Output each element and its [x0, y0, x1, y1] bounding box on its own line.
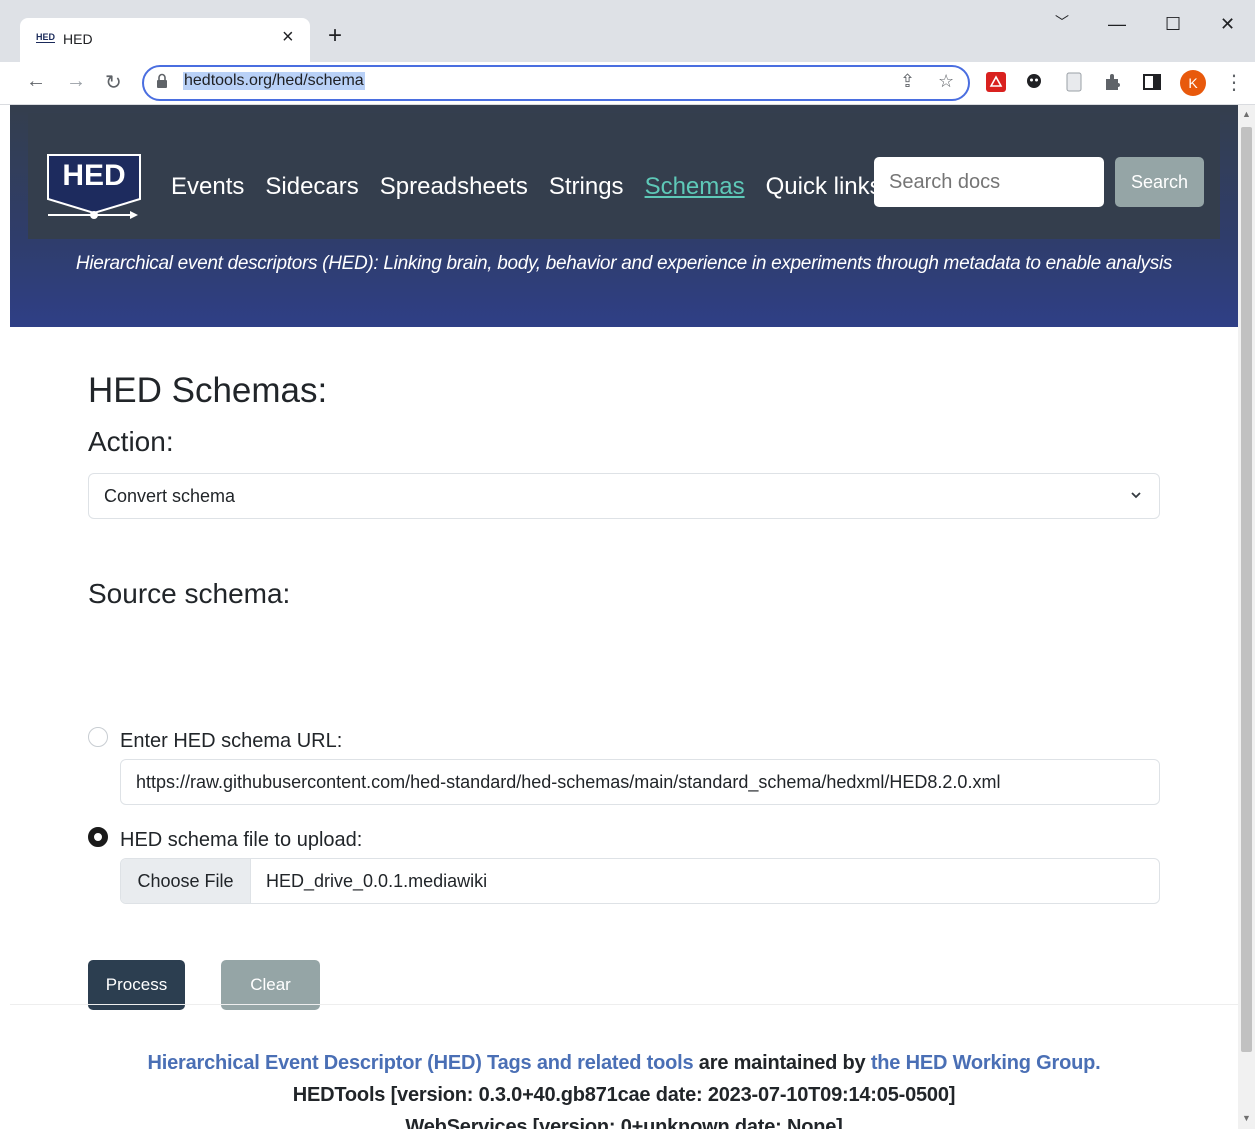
hedtools-version: HEDTools [version: 0.3.0+40.gb871cae dat…: [292, 1084, 956, 1106]
schema-file-input[interactable]: Choose File HED_drive_0.0.1.mediawiki: [120, 858, 1160, 904]
hed-working-group-link[interactable]: the HED Working Group.: [871, 1052, 1101, 1074]
site-header: HED Events Sidecars Spreadsheets Strings…: [10, 105, 1238, 327]
browser-tab[interactable]: HED HED ×: [20, 18, 310, 62]
minimize-icon[interactable]: —: [1108, 14, 1126, 35]
nav-strings[interactable]: Strings: [549, 173, 624, 201]
clear-button[interactable]: Clear: [221, 960, 320, 1010]
hed-logo[interactable]: HED: [44, 153, 144, 225]
navbar: HED Events Sidecars Spreadsheets Strings…: [28, 113, 1220, 239]
nav-quick-links-label: Quick links: [765, 173, 882, 200]
scroll-up-icon[interactable]: ▲: [1242, 109, 1251, 119]
schema-url-label: Enter HED schema URL:: [120, 730, 343, 752]
webservices-version: WebServices [version: 0+unknown date: No…: [405, 1116, 843, 1129]
sidepanel-icon[interactable]: [1142, 72, 1162, 92]
page-scrollbar[interactable]: ▲ ▼: [1238, 105, 1255, 1129]
footer-text: are maintained by: [693, 1052, 871, 1074]
kebab-menu-icon[interactable]: ⋮: [1224, 70, 1244, 95]
action-heading: Action:: [88, 426, 174, 457]
nav-schemas[interactable]: Schemas: [645, 173, 745, 201]
back-icon[interactable]: ←: [26, 70, 46, 93]
close-window-icon[interactable]: ✕: [1220, 14, 1235, 35]
page-extension-icon[interactable]: [1064, 72, 1084, 92]
action-select[interactable]: Convert schema: [88, 473, 1160, 519]
tagline: Hierarchical event descriptors (HED): Li…: [75, 253, 1173, 274]
close-tab-icon[interactable]: ×: [282, 26, 294, 49]
profile-avatar[interactable]: K: [1180, 70, 1206, 96]
schema-url-input[interactable]: https://raw.githubusercontent.com/hed-st…: [120, 759, 1160, 805]
scroll-thumb[interactable]: [1241, 127, 1252, 1052]
chevron-down-icon: [1131, 492, 1141, 499]
ghost-extension-icon[interactable]: [1024, 72, 1044, 92]
hed-favicon-icon: HED: [36, 32, 56, 43]
address-bar[interactable]: hedtools.org/hed/schema ⇪ ☆: [142, 65, 970, 101]
browser-toolbar: ← → ↻ hedtools.org/hed/schema ⇪ ☆ K ⋮: [0, 62, 1255, 105]
scroll-down-icon[interactable]: ▼: [1242, 1113, 1251, 1123]
puzzle-icon[interactable]: [1103, 72, 1123, 92]
footer-maintained-line: Hierarchical Event Descriptor (HED) Tags…: [10, 1047, 1238, 1079]
schema-file-label: HED schema file to upload:: [120, 829, 363, 851]
main-nav: Events Sidecars Spreadsheets Strings Sch…: [171, 173, 900, 201]
page-viewport: HED Events Sidecars Spreadsheets Strings…: [0, 105, 1238, 1129]
share-icon[interactable]: ⇪: [900, 71, 915, 92]
url-text[interactable]: hedtools.org/hed/schema: [183, 72, 365, 90]
footer: Hierarchical Event Descriptor (HED) Tags…: [10, 1047, 1238, 1129]
browser-tab-strip: HED HED × + ﹀ — ☐ ✕: [0, 0, 1255, 62]
pdf-extension-icon[interactable]: [986, 72, 1006, 92]
action-select-value: Convert schema: [104, 486, 236, 506]
forward-icon[interactable]: →: [66, 70, 86, 93]
footer-divider: [10, 1004, 1238, 1005]
nav-events[interactable]: Events: [171, 173, 244, 201]
choose-file-button[interactable]: Choose File: [121, 859, 251, 903]
process-button[interactable]: Process: [88, 960, 185, 1010]
search-docs-input[interactable]: [874, 157, 1104, 207]
tab-title: HED: [63, 31, 93, 47]
logo-text: HED: [62, 159, 125, 192]
star-icon[interactable]: ☆: [938, 71, 954, 92]
selected-file-name: HED_drive_0.0.1.mediawiki: [266, 871, 488, 891]
lock-icon: [157, 73, 167, 88]
nav-spreadsheets[interactable]: Spreadsheets: [380, 173, 528, 201]
search-button[interactable]: Search: [1115, 157, 1204, 207]
source-schema-heading: Source schema:: [88, 578, 291, 609]
schema-url-radio[interactable]: [88, 727, 108, 747]
schema-file-radio[interactable]: [88, 827, 108, 847]
reload-icon[interactable]: ↻: [105, 70, 122, 95]
page-title: HED Schemas:: [88, 371, 328, 410]
maximize-icon[interactable]: ☐: [1165, 14, 1181, 35]
hed-tags-link[interactable]: Hierarchical Event Descriptor (HED) Tags…: [147, 1052, 693, 1074]
new-tab-icon[interactable]: +: [328, 24, 342, 48]
tab-search-chevron-icon[interactable]: ﹀: [1055, 12, 1069, 32]
nav-sidecars[interactable]: Sidecars: [265, 173, 358, 201]
